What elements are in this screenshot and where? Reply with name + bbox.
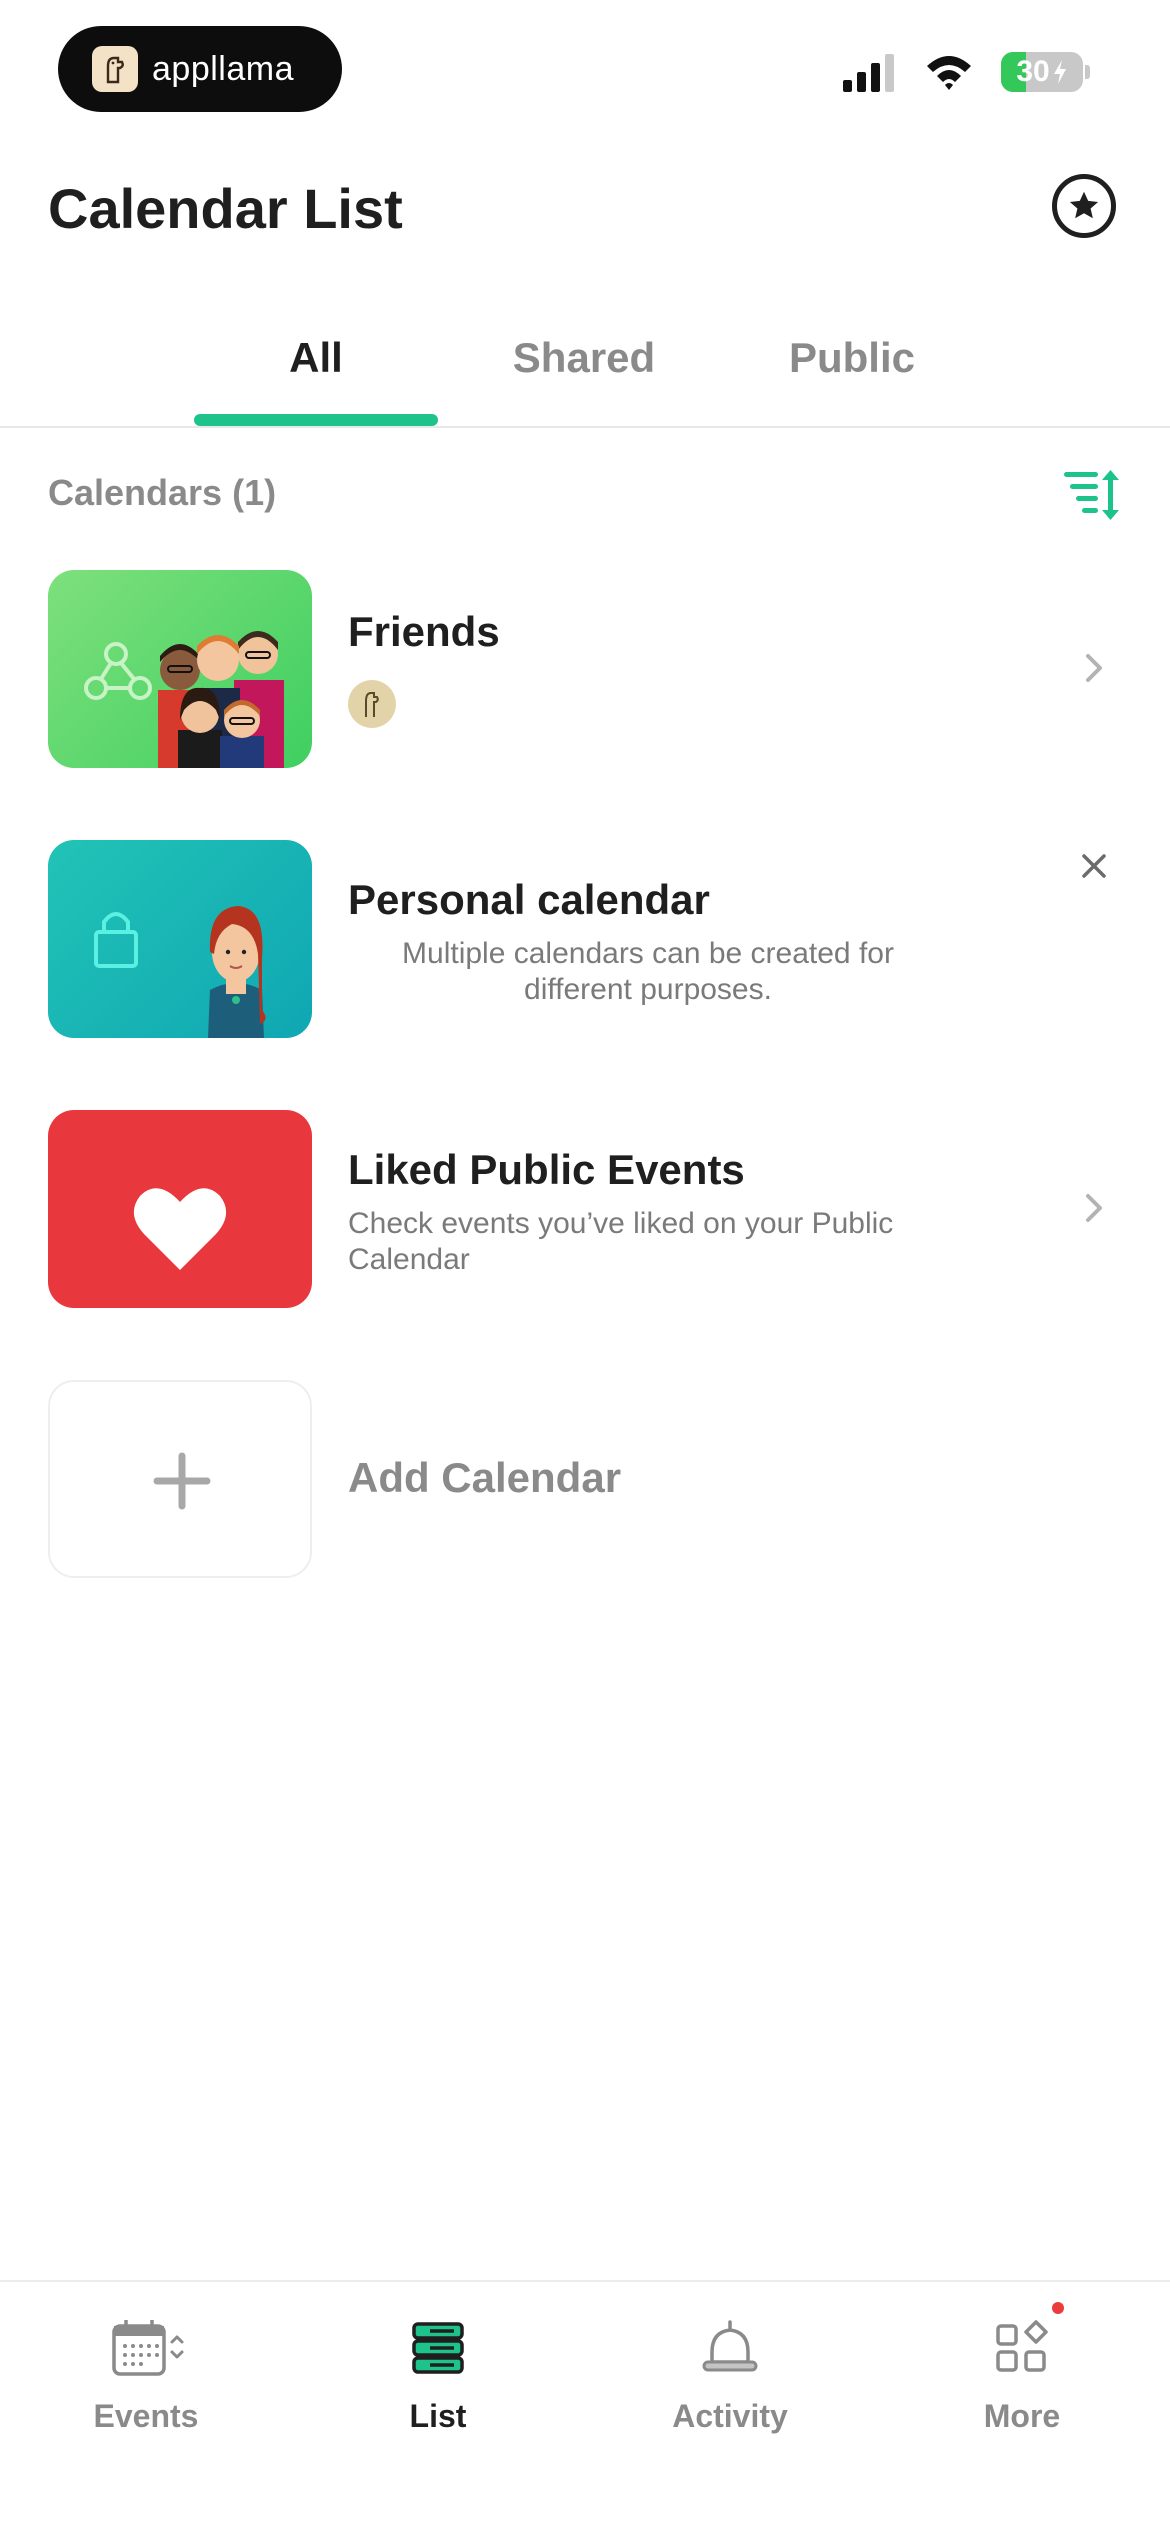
nav-label: Events bbox=[93, 2398, 199, 2434]
friends-calendar-thumbnail bbox=[48, 570, 312, 768]
friends-illustration bbox=[158, 631, 284, 768]
nav-label: More bbox=[983, 2398, 1061, 2434]
calendars-count-label: Calendars (1) bbox=[48, 472, 277, 513]
calendar-row-personal[interactable]: Personal calendar Multiple calendars can… bbox=[48, 840, 1122, 1038]
screen-recorder-pill[interactable]: appllama bbox=[58, 26, 342, 112]
calendar-description: Check events you’ve liked on your Public… bbox=[348, 1207, 894, 1276]
liked-events-thumbnail bbox=[48, 1110, 312, 1308]
more-notification-badge bbox=[1052, 2302, 1064, 2314]
page-title: Calendar List bbox=[48, 177, 403, 240]
plus-icon bbox=[153, 1452, 211, 1510]
sort-icon bbox=[1064, 470, 1119, 520]
tab-public[interactable]: Public bbox=[732, 334, 972, 382]
nav-events[interactable]: Events bbox=[46, 2318, 246, 2435]
heart-icon bbox=[133, 1188, 227, 1270]
nav-activity[interactable]: Activity bbox=[630, 2318, 830, 2435]
llama-avatar-icon bbox=[365, 692, 379, 717]
bell-icon bbox=[702, 2320, 758, 2372]
calendar-row-liked-events[interactable]: Liked Public Events Check events you’ve … bbox=[48, 1110, 1122, 1308]
tab-shared[interactable]: Shared bbox=[464, 334, 704, 382]
recorder-label: appllama bbox=[152, 49, 294, 88]
apps-grid-icon bbox=[996, 2320, 1048, 2372]
chevron-right-icon[interactable] bbox=[1080, 648, 1108, 688]
status-icons: 30 bbox=[841, 52, 1090, 92]
sort-button[interactable] bbox=[1060, 462, 1124, 526]
chevron-right-icon[interactable] bbox=[1080, 1188, 1108, 1228]
status-bar: appllama 30 bbox=[0, 0, 1170, 140]
tab-all[interactable]: All bbox=[196, 334, 436, 382]
lock-icon bbox=[94, 912, 138, 968]
battery-indicator: 30 bbox=[1001, 52, 1090, 92]
battery-level: 30 bbox=[1016, 55, 1050, 88]
personal-calendar-thumbnail bbox=[48, 840, 312, 1038]
nav-more[interactable]: More bbox=[922, 2318, 1122, 2435]
favorites-button[interactable] bbox=[1052, 174, 1116, 238]
stacked-list-icon bbox=[412, 2322, 464, 2374]
add-calendar-label: Add Calendar bbox=[348, 1454, 622, 1501]
dismiss-close-icon[interactable] bbox=[1074, 846, 1114, 886]
member-avatar[interactable] bbox=[348, 680, 396, 728]
charging-bolt-icon bbox=[1053, 60, 1066, 84]
star-icon bbox=[1069, 191, 1099, 219]
calendar-title: Personal calendar bbox=[348, 876, 710, 923]
active-tab-indicator bbox=[194, 414, 438, 426]
nav-list[interactable]: List bbox=[338, 2318, 538, 2435]
bottom-tab-bar: Events List Activity More bbox=[0, 2280, 1170, 2532]
nav-label: Activity bbox=[672, 2398, 788, 2434]
battery-cap bbox=[1085, 65, 1090, 79]
add-calendar-row[interactable]: Add Calendar bbox=[48, 1380, 1122, 1578]
wifi-icon bbox=[927, 56, 971, 90]
calendar-title: Friends bbox=[348, 608, 500, 655]
nav-label: List bbox=[409, 2398, 467, 2434]
cellular-signal-icon bbox=[843, 54, 894, 92]
add-calendar-tile[interactable] bbox=[48, 1380, 312, 1578]
calendar-filter-tabs: All Shared Public bbox=[0, 300, 1170, 428]
woman-illustration bbox=[208, 906, 266, 1038]
share-network-icon bbox=[84, 642, 152, 700]
calendar-grid-icon bbox=[112, 2320, 184, 2376]
calendar-description: Multiple calendars can be created for di… bbox=[402, 937, 894, 1006]
calendar-row-friends[interactable]: Friends bbox=[48, 570, 1122, 768]
llama-logo-icon bbox=[92, 46, 138, 92]
calendar-title: Liked Public Events bbox=[348, 1146, 745, 1193]
